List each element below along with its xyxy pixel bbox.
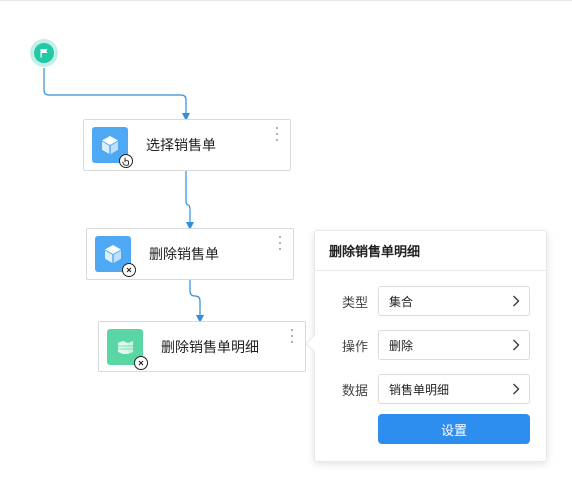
flow-node-delete-sales-order-detail[interactable]: 删除销售单明细 (98, 321, 306, 372)
table-icon (107, 329, 148, 370)
data-row: 数据 销售单明细 (315, 374, 546, 404)
panel-title: 删除销售单明细 (315, 231, 546, 271)
node-more-menu-icon[interactable] (276, 236, 284, 250)
delete-x-icon (122, 263, 136, 277)
type-select[interactable]: 集合 (378, 286, 530, 316)
node-properties-panel: 删除销售单明细 类型 集合 操作 删除 数据 销售单明细 设置 (305, 230, 547, 462)
chevron-right-icon (513, 339, 520, 351)
connector-node2-to-node3 (189, 280, 204, 323)
data-value: 销售单明细 (389, 382, 450, 397)
data-select[interactable]: 销售单明细 (378, 374, 530, 404)
start-node[interactable] (30, 39, 58, 67)
node-more-menu-icon[interactable] (273, 127, 281, 141)
connector-node1-to-node2 (185, 171, 194, 230)
operation-value: 删除 (389, 338, 414, 353)
operation-row: 操作 删除 (315, 330, 546, 360)
hand-pointer-icon (119, 154, 133, 168)
chevron-right-icon (513, 295, 520, 307)
flow-node-select-sales-order[interactable]: 选择销售单 (83, 119, 291, 171)
settings-button[interactable]: 设置 (378, 414, 530, 444)
cube-icon (92, 127, 133, 168)
flow-node-delete-sales-order[interactable]: 删除销售单 (86, 228, 294, 280)
type-label: 类型 (342, 295, 369, 311)
node-label: 删除销售单明细 (161, 339, 259, 356)
flag-icon (34, 43, 54, 63)
type-value: 集合 (389, 294, 414, 309)
cube-icon (95, 236, 136, 277)
operation-label: 操作 (342, 339, 369, 355)
type-row: 类型 集合 (315, 286, 546, 316)
node-more-menu-icon[interactable] (288, 329, 296, 343)
chevron-right-icon (513, 383, 520, 395)
data-label: 数据 (342, 383, 369, 399)
operation-select[interactable]: 删除 (378, 330, 530, 360)
node-label: 选择销售单 (146, 138, 216, 154)
connector-start-to-node1 (43, 68, 190, 121)
delete-x-icon (134, 356, 148, 370)
node-label: 删除销售单 (149, 247, 219, 263)
